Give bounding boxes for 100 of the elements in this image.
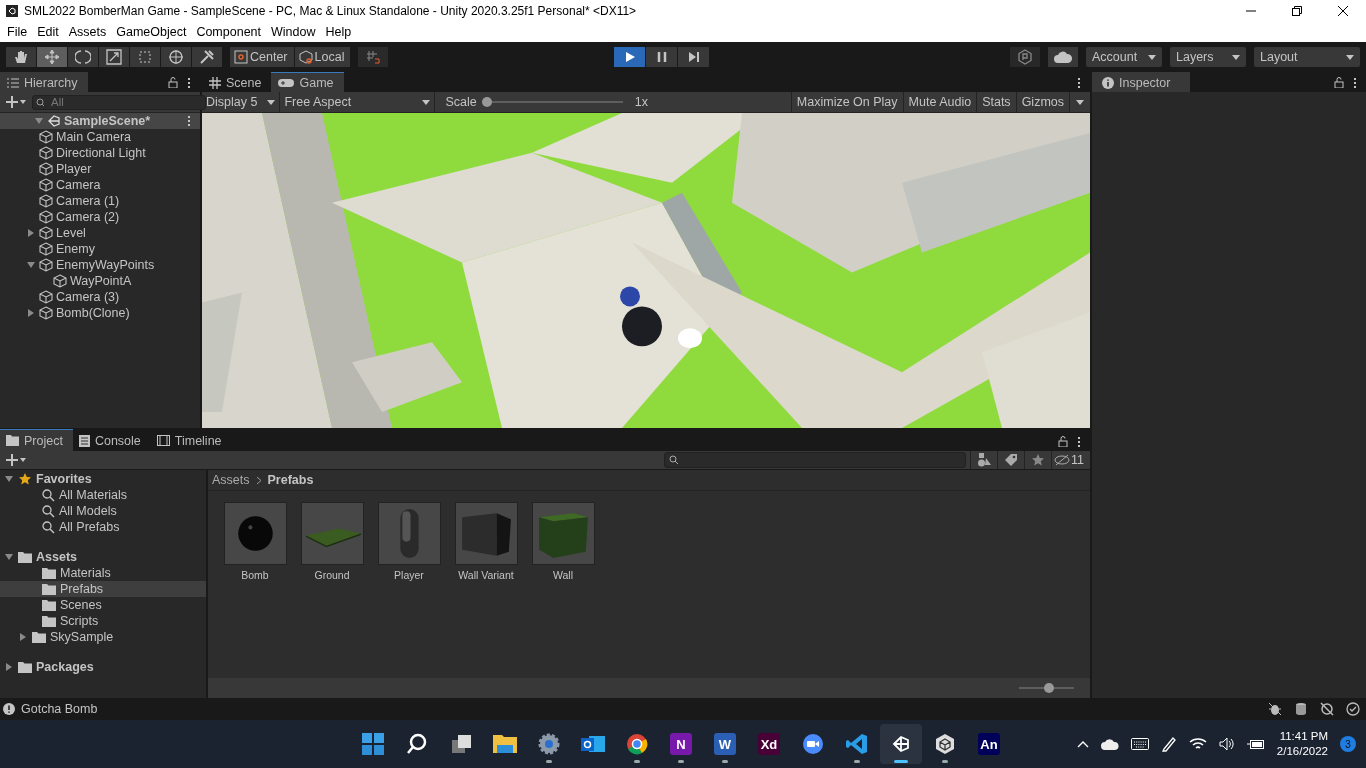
toggle-button[interactable]: Stats bbox=[976, 92, 1016, 112]
menu-item[interactable]: File bbox=[2, 25, 33, 39]
lock-icon[interactable] bbox=[1058, 436, 1068, 447]
hierarchy-item[interactable]: Camera (2) bbox=[14, 209, 200, 225]
notification-badge[interactable]: 3 bbox=[1340, 736, 1356, 752]
dropdown[interactable]: Account bbox=[1086, 47, 1162, 67]
chevron-up-icon[interactable] bbox=[1076, 740, 1089, 748]
view-tab[interactable]: Scene bbox=[202, 72, 272, 92]
toggle-button[interactable]: Gizmos bbox=[1015, 92, 1069, 112]
lock-icon[interactable] bbox=[1334, 77, 1344, 88]
more-icon[interactable] bbox=[1076, 77, 1082, 88]
volume-icon[interactable] bbox=[1218, 737, 1235, 751]
view-tab[interactable]: Game bbox=[271, 72, 344, 92]
app-button[interactable]: An bbox=[968, 724, 1010, 764]
app-button[interactable]: W bbox=[704, 724, 746, 764]
hierarchy-item[interactable]: Level bbox=[14, 225, 200, 241]
expand-arrow-icon[interactable] bbox=[20, 633, 26, 641]
tool-button[interactable] bbox=[130, 47, 160, 67]
editor-app-button[interactable] bbox=[880, 724, 922, 764]
panel-tab[interactable]: Timeline bbox=[150, 429, 232, 451]
menu-item[interactable]: Edit bbox=[32, 25, 64, 39]
project-tree-item[interactable]: Materials bbox=[0, 565, 206, 581]
project-tree-item[interactable]: Scripts bbox=[0, 613, 206, 629]
expand-arrow-icon[interactable] bbox=[35, 118, 43, 124]
tool-button[interactable] bbox=[37, 47, 67, 67]
expand-arrow-icon[interactable] bbox=[28, 309, 34, 317]
hierarchy-item[interactable]: Player bbox=[14, 161, 200, 177]
project-tree-item[interactable]: Assets bbox=[0, 549, 206, 565]
display-dropdown[interactable]: Display 5 bbox=[202, 92, 281, 112]
menu-item[interactable]: Assets bbox=[63, 25, 112, 39]
collab-icon[interactable] bbox=[1010, 47, 1040, 67]
database-icon[interactable] bbox=[1294, 702, 1308, 716]
toggle-button[interactable]: Maximize On Play bbox=[790, 92, 903, 112]
pivot-button[interactable]: Center bbox=[230, 47, 294, 67]
network-off-icon[interactable] bbox=[1320, 702, 1334, 716]
hierarchy-item[interactable]: WayPointA bbox=[28, 273, 200, 289]
menu-item[interactable]: GameObject bbox=[111, 25, 192, 39]
menu-item[interactable]: Window bbox=[266, 25, 321, 39]
step-button[interactable] bbox=[678, 47, 709, 67]
scene-row[interactable]: SampleScene* bbox=[0, 113, 200, 129]
dropdown[interactable]: Layers bbox=[1170, 47, 1246, 67]
expand-arrow-icon[interactable] bbox=[6, 663, 12, 671]
hierarchy-item[interactable]: Camera (3) bbox=[14, 289, 200, 305]
panel-tab[interactable]: Console bbox=[72, 429, 151, 451]
search-field[interactable] bbox=[664, 452, 966, 468]
app-button[interactable]: Xd bbox=[748, 724, 790, 764]
keyboard-icon[interactable] bbox=[1130, 738, 1149, 750]
pen-icon[interactable] bbox=[1160, 736, 1177, 752]
aspect-dropdown[interactable]: Free Aspect bbox=[280, 92, 436, 112]
project-tree-item[interactable]: Scenes bbox=[0, 597, 206, 613]
bug-icon[interactable] bbox=[1268, 702, 1282, 716]
asset-thumbnail[interactable] bbox=[454, 502, 518, 565]
more-icon[interactable] bbox=[1352, 77, 1358, 88]
hierarchy-item[interactable]: Bomb(Clone) bbox=[14, 305, 200, 321]
tool-button[interactable] bbox=[161, 47, 191, 67]
asset-thumbnail[interactable] bbox=[223, 502, 287, 565]
hierarchy-item[interactable]: Camera bbox=[14, 177, 200, 193]
hidden-packages-toggle[interactable]: 11 bbox=[1051, 451, 1090, 469]
breadcrumb-item[interactable]: Prefabs bbox=[267, 473, 314, 487]
breadcrumb-item[interactable]: Assets bbox=[212, 473, 250, 487]
toggle-button[interactable]: Mute Audio bbox=[902, 92, 977, 112]
pivot-button[interactable]: Local bbox=[294, 47, 351, 67]
project-tree-item[interactable]: All Prefabs bbox=[0, 519, 206, 535]
cloud-icon[interactable] bbox=[1100, 738, 1119, 750]
hierarchy-tab[interactable]: Hierarchy bbox=[0, 72, 88, 92]
app-button[interactable]: N bbox=[660, 724, 702, 764]
dropdown[interactable]: Layout bbox=[1254, 47, 1360, 67]
hierarchy-item[interactable]: Camera (1) bbox=[14, 193, 200, 209]
battery-icon[interactable] bbox=[1246, 738, 1265, 750]
menu-item[interactable]: Help bbox=[320, 25, 357, 39]
cloud-icon[interactable] bbox=[1048, 47, 1078, 67]
expand-arrow-icon[interactable] bbox=[28, 229, 34, 237]
tool-button[interactable] bbox=[192, 47, 222, 67]
asset-thumbnail[interactable] bbox=[531, 502, 595, 565]
hierarchy-item[interactable]: Directional Light bbox=[14, 145, 200, 161]
project-tree-item[interactable]: Favorites bbox=[0, 471, 206, 487]
project-tree-item[interactable]: All Materials bbox=[0, 487, 206, 503]
tool-button[interactable] bbox=[6, 47, 36, 67]
snap-grid-icon[interactable] bbox=[358, 47, 389, 67]
project-tree-item[interactable]: Prefabs bbox=[0, 581, 206, 597]
hierarchy-item[interactable]: EnemyWayPoints bbox=[14, 257, 200, 273]
panel-tab[interactable]: Project bbox=[0, 429, 73, 451]
search-field[interactable]: All bbox=[32, 94, 206, 110]
hierarchy-item[interactable]: Main Camera bbox=[14, 129, 200, 145]
clock[interactable]: 11:41 PM 2/16/2022 bbox=[1276, 729, 1328, 759]
project-tree-item[interactable]: Packages bbox=[0, 659, 206, 675]
wifi-icon[interactable] bbox=[1188, 737, 1207, 751]
play-button[interactable] bbox=[614, 47, 645, 67]
tool-button[interactable] bbox=[68, 47, 98, 67]
more-icon[interactable] bbox=[186, 77, 192, 88]
asset-thumbnail[interactable] bbox=[300, 502, 364, 565]
lock-icon[interactable] bbox=[168, 77, 178, 88]
expand-arrow-icon[interactable] bbox=[27, 262, 35, 268]
check-circle-icon[interactable] bbox=[1346, 702, 1360, 716]
tool-button[interactable] bbox=[99, 47, 129, 67]
asset-thumbnail[interactable] bbox=[377, 502, 441, 565]
hierarchy-item[interactable]: Enemy bbox=[14, 241, 200, 257]
more-icon[interactable] bbox=[186, 116, 192, 126]
menu-item[interactable]: Component bbox=[191, 25, 266, 39]
more-icon[interactable] bbox=[1076, 436, 1082, 447]
